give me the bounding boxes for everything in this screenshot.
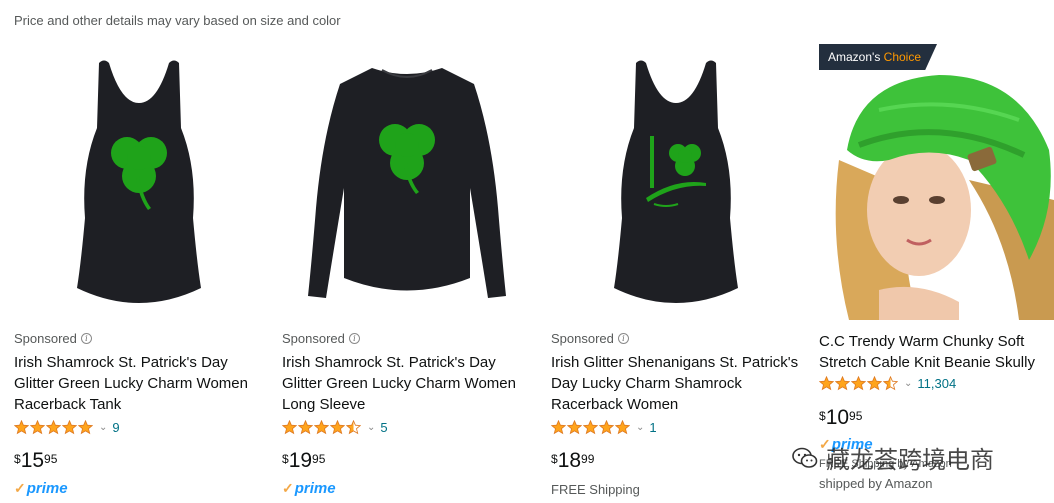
star-full-icon	[551, 420, 566, 435]
product-title[interactable]: C.C Trendy Warm Chunky Soft Stretch Cabl…	[819, 331, 1054, 373]
rating-row[interactable]: ⌄ 9	[14, 420, 120, 435]
star-half-icon	[346, 420, 361, 435]
star-rating[interactable]	[551, 420, 630, 435]
racerback-tank-shamrock-image[interactable]	[14, 40, 264, 325]
prime-check-icon: ✓	[14, 480, 26, 496]
star-full-icon	[819, 376, 834, 391]
sponsored-label: Sponsored i	[14, 331, 92, 346]
shipped-by-label: shipped by Amazon	[819, 476, 933, 491]
star-full-icon	[30, 420, 45, 435]
info-icon[interactable]: i	[80, 333, 92, 344]
star-full-icon	[78, 420, 93, 435]
star-rating[interactable]	[819, 376, 898, 391]
product-title[interactable]: Irish Glitter Shenanigans St. Patrick's …	[551, 352, 801, 415]
prime-badge: ✓ prime	[282, 480, 336, 497]
chevron-down-icon[interactable]: ⌄	[636, 422, 644, 433]
star-full-icon	[14, 420, 29, 435]
long-sleeve-shamrock-image[interactable]	[282, 40, 532, 325]
star-full-icon	[46, 420, 61, 435]
price: $ 10 95	[819, 406, 863, 429]
product-card-4[interactable]: Amazon's Choice C.C Trendy Warm Chunky S…	[819, 40, 1054, 503]
star-full-icon	[867, 376, 882, 391]
rating-row[interactable]: ⌄ 11,304	[819, 376, 956, 391]
star-full-icon	[835, 376, 850, 391]
chevron-down-icon[interactable]: ⌄	[99, 422, 107, 433]
chevron-down-icon[interactable]: ⌄	[904, 378, 912, 389]
sponsored-label: Sponsored i	[551, 331, 629, 346]
chevron-down-icon[interactable]: ⌄	[367, 422, 375, 433]
prime-check-icon: ✓	[282, 480, 294, 496]
rating-row[interactable]: ⌄ 1	[551, 420, 657, 435]
star-full-icon	[583, 420, 598, 435]
star-full-icon	[330, 420, 345, 435]
star-full-icon	[314, 420, 329, 435]
shenanigans-tank-image[interactable]	[551, 40, 801, 325]
star-rating[interactable]	[14, 420, 93, 435]
price: $ 19 95	[282, 449, 326, 472]
price: $ 18 99	[551, 449, 595, 472]
product-title[interactable]: Irish Shamrock St. Patrick's Day Glitter…	[14, 352, 264, 415]
review-count[interactable]: 11,304	[917, 376, 956, 391]
star-full-icon	[851, 376, 866, 391]
star-full-icon	[599, 420, 614, 435]
star-rating[interactable]	[282, 420, 361, 435]
info-icon[interactable]: i	[617, 333, 629, 344]
free-shipping-label: FREE Shipping	[551, 482, 640, 497]
amazons-choice-badge: Amazon's Choice	[819, 44, 938, 70]
product-card-3[interactable]: Sponsored i Irish Glitter Shenanigans St…	[551, 40, 801, 503]
review-count[interactable]: 9	[112, 420, 119, 435]
product-card-1[interactable]: Sponsored i Irish Shamrock St. Patrick's…	[14, 40, 264, 503]
price-notice: Price and other details may vary based o…	[14, 13, 341, 28]
green-beanie-model-image[interactable]	[819, 40, 1054, 320]
star-full-icon	[62, 420, 77, 435]
wechat-logo-icon	[792, 447, 818, 468]
sponsored-label: Sponsored i	[282, 331, 360, 346]
star-full-icon	[282, 420, 297, 435]
info-icon[interactable]: i	[348, 333, 360, 344]
product-title[interactable]: Irish Shamrock St. Patrick's Day Glitter…	[282, 352, 532, 415]
rating-row[interactable]: ⌄ 5	[282, 420, 388, 435]
product-card-2[interactable]: Sponsored i Irish Shamrock St. Patrick's…	[282, 40, 532, 503]
star-full-icon	[615, 420, 630, 435]
star-half-icon	[883, 376, 898, 391]
price: $ 15 95	[14, 449, 58, 472]
review-count[interactable]: 1	[649, 420, 656, 435]
prime-badge: ✓ prime	[14, 480, 68, 497]
watermark: 藏龙荟跨境电商	[792, 440, 994, 475]
star-full-icon	[298, 420, 313, 435]
review-count[interactable]: 5	[380, 420, 387, 435]
star-full-icon	[567, 420, 582, 435]
